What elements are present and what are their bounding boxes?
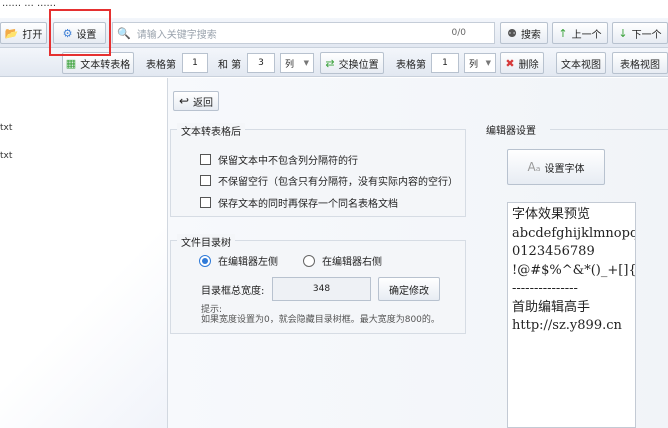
and-label: 和 第 [218,59,242,71]
binoculars-icon: ⚉ [507,26,517,40]
chevron-down-icon: ▼ [485,59,491,67]
checkbox-box [200,154,211,165]
text-to-table-label: 文本转表格 [80,59,131,71]
text-to-table-button[interactable]: ▦ 文本转表格 [62,52,134,74]
swap-label: 交换位置 [338,59,379,71]
set-font-button[interactable]: Aₐ 设置字体 [507,149,605,185]
delete-button[interactable]: ✖ 删除 [500,52,544,74]
column-select-2-value: 列 [469,59,479,70]
folder-icon: 📂 [4,26,19,40]
open-button[interactable]: 📂 打开 [0,22,47,44]
group-title: 文本转表格后 [177,123,245,138]
radio-label: 在编辑器左侧 [218,257,278,268]
column-select-value: 列 [285,59,295,70]
back-label: 返回 [193,97,214,109]
text-to-table-group: 文本转表格后 保留文本中不包含列分隔符的行 不保留空行（包含只有分隔符，没有实际… [170,123,466,217]
set-font-label: 设置字体 [544,163,585,175]
table-index-3-input[interactable]: 1 [431,53,459,73]
table-view-button[interactable]: 表格视图 [612,52,668,74]
chevron-down-icon: ▼ [303,59,309,67]
checkbox-label: 保存文本的同时再保存一个同名表格文档 [218,199,398,210]
search-placeholder: 请输入关键字搜索 [136,29,217,41]
window-title: ...... ... ...... [0,0,668,18]
search-input[interactable]: 🔍 请输入关键字搜索 0/0 [112,22,495,44]
preview-line: 首助编辑高手 [512,299,591,315]
table-label: 表格第 [146,59,176,71]
keep-nonsep-lines-checkbox[interactable]: 保留文本中不包含列分隔符的行 [200,152,358,167]
search-icon: 🔍 [117,26,131,40]
font-preview: 字体效果预览 abcdefghijklmnopqr 0123456789 !@#… [507,202,636,428]
text-view-button[interactable]: 文本视图 [556,52,606,74]
prev-label: 上一个 [571,29,602,41]
group-title: 文件目录树 [177,234,235,249]
search-button[interactable]: ⚉ 搜索 [500,22,548,44]
preview-line: --------------- [512,281,578,296]
next-button[interactable]: ↓ 下一个 [612,22,668,44]
table-index-1-input[interactable]: 1 [182,53,208,73]
checkbox-box [200,175,211,186]
checkbox-box [200,197,211,208]
checkbox-label: 保留文本中不包含列分隔符的行 [218,156,358,167]
file-item[interactable]: txt [0,123,12,133]
delete-label: 删除 [518,59,539,71]
checkbox-label: 不保留空行（包含只有分隔符，没有实际内容的空行） [218,177,458,188]
confirm-width-button[interactable]: 确定修改 [378,277,440,301]
next-label: 下一个 [631,29,662,41]
column-select[interactable]: 列 ▼ [280,53,314,73]
tree-left-radio[interactable]: 在编辑器左侧 [199,253,278,268]
width-label: 目录框总宽度: [201,285,265,297]
gear-icon: ⚙ [62,26,73,40]
search-count: 0/0 [451,28,466,38]
confirm-label: 确定修改 [389,285,429,297]
swap-icon: ⇄ [325,56,335,70]
skip-empty-lines-checkbox[interactable]: 不保留空行（包含只有分隔符，没有实际内容的空行） [200,173,458,188]
radio-unselected [303,254,315,267]
file-tree-group: 文件目录树 在编辑器左侧 在编辑器右侧 目录框总宽度: 348 确定修改 提示:… [170,234,466,334]
table-index-2-input[interactable]: 3 [247,53,275,73]
arrow-up-icon: ↑ [558,26,568,40]
save-table-copy-checkbox[interactable]: 保存文本的同时再保存一个同名表格文档 [200,195,398,210]
preview-line: http://sz.y899.cn [512,318,622,333]
settings-label: 设置 [76,29,97,41]
file-tree[interactable]: txt txt [0,78,168,428]
table-label-2: 表格第 [396,59,426,71]
text-view-label: 文本视图 [561,59,601,71]
hint-text: 提示: 如果宽度设置为0，就会隐藏目录树框。最大宽度为800的。 [201,305,440,325]
column-select-2[interactable]: 列 ▼ [464,53,496,73]
radio-selected [199,254,211,267]
swap-button[interactable]: ⇄ 交换位置 [320,52,384,74]
file-item[interactable]: txt [0,151,12,161]
width-input[interactable]: 348 [272,277,371,301]
delete-icon: ✖ [505,56,515,70]
open-label: 打开 [22,29,43,41]
prev-button[interactable]: ↑ 上一个 [552,22,608,44]
arrow-down-icon: ↓ [618,26,628,40]
table-convert-icon: ▦ [65,56,77,70]
main-toolbar: 📂 打开 ⚙ 设置 🔍 请输入关键字搜索 0/0 ⚉ 搜索 ↑ 上一个 ↓ 下一… [0,18,668,48]
table-toolbar: ▦ 文本转表格 表格第 1 和 第 3 列 ▼ ⇄ 交换位置 表格第 1 列 ▼… [0,48,668,77]
preview-line: abcdefghijklmnopqr [512,225,636,241]
settings-button[interactable]: ⚙ 设置 [53,22,106,44]
back-button[interactable]: ↩ 返回 [173,91,219,111]
hint-body: 如果宽度设置为0，就会隐藏目录树框。最大宽度为800的。 [201,315,440,325]
radio-label: 在编辑器右侧 [322,257,382,268]
preview-line: 0123456789 [512,244,595,259]
table-view-label: 表格视图 [620,59,660,71]
preview-line: 字体效果预览 [512,207,591,222]
tree-right-radio[interactable]: 在编辑器右侧 [303,253,382,268]
editor-settings-divider [550,129,668,130]
font-icon: Aₐ [527,159,541,174]
editor-settings-title: 编辑器设置 [486,126,536,137]
settings-page: ↩ 返回 文本转表格后 保留文本中不包含列分隔符的行 不保留空行（包含只有分隔符… [168,78,668,428]
back-arrow-icon: ↩ [178,93,190,108]
search-button-label: 搜索 [520,29,541,41]
preview-line: !@#$%^&*()_+[]{}-= [512,262,636,278]
hint-title: 提示: [201,305,223,315]
